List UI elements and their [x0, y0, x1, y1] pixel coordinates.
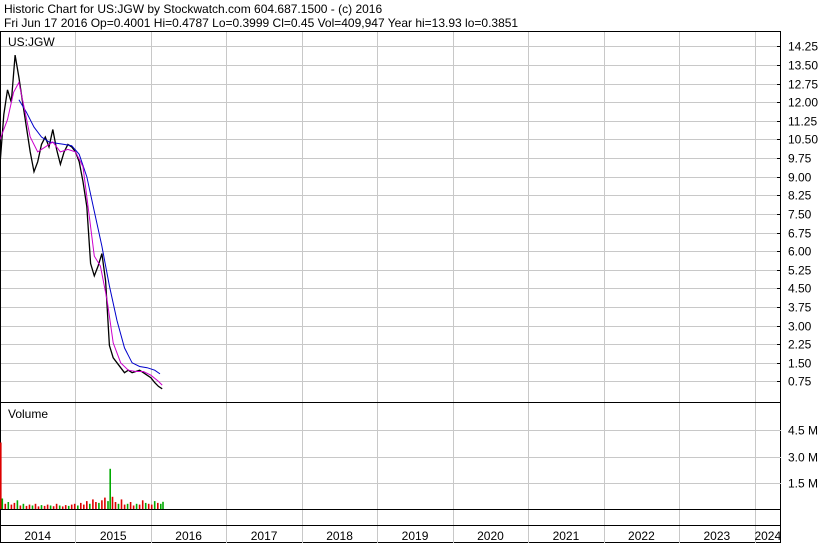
volume-bar	[147, 503, 150, 510]
symbol-label: US:JGW	[8, 35, 55, 49]
chart-title: Historic Chart for US:JGW by Stockwatch.…	[4, 2, 383, 16]
volume-bar	[150, 504, 153, 509]
price-tick-label: 12.00	[788, 96, 818, 110]
x-tick-label: 2023	[704, 529, 731, 543]
volume-bar	[98, 502, 100, 509]
volume-bar	[49, 505, 52, 509]
volume-bar	[92, 499, 94, 509]
price-tick-label: 2.25	[788, 338, 812, 352]
price-tick-label: 1.50	[788, 357, 812, 371]
volume-bar	[37, 506, 40, 509]
volume-bar	[129, 502, 132, 509]
volume-bar	[157, 502, 159, 509]
volume-bar	[123, 504, 126, 509]
volume-bar	[86, 501, 88, 509]
volume-bar	[120, 499, 123, 509]
plot-frame	[0, 31, 781, 543]
price-tick-label: 10.50	[788, 133, 818, 147]
volume-bar	[111, 496, 114, 510]
volume-bar	[64, 505, 67, 509]
volume-bar	[52, 506, 55, 509]
volume-bar	[22, 503, 25, 510]
stock-chart: 14.25 13.50 12.75 12.00 11.25 10.50 9.75 9.00 8.…	[0, 31, 818, 543]
volume-bar	[55, 503, 58, 510]
volume-bar	[46, 504, 49, 509]
volume-bar	[141, 500, 144, 510]
price-tick-label: 3.00	[788, 320, 812, 334]
volume-bar	[4, 503, 7, 510]
volume-bar	[153, 501, 156, 509]
volume-bar	[0, 442, 2, 509]
volume-bar	[160, 503, 162, 510]
volume-bar	[34, 503, 37, 510]
volume-bar	[73, 503, 76, 510]
price-tick-label: 0.75	[788, 375, 812, 389]
volume-bar	[31, 505, 34, 509]
volume-bar	[107, 501, 109, 509]
price-tick-label: 12.75	[788, 78, 818, 92]
volume-bar	[10, 504, 13, 509]
price-tick-label: 6.75	[788, 227, 812, 241]
x-tick-label: 2021	[553, 529, 580, 543]
volume-bar	[135, 503, 138, 510]
x-tick-label: 2018	[326, 529, 353, 543]
x-tick-label: 2019	[402, 529, 429, 543]
volume-bar	[1, 498, 4, 509]
volume-bar	[70, 504, 73, 509]
volume-bar	[132, 505, 135, 509]
price-tick-label: 4.50	[788, 282, 812, 296]
volume-bar	[7, 502, 10, 509]
price-axis: 14.25 13.50 12.75 12.00 11.25 10.50 9.75 9.00 8.…	[777, 40, 818, 389]
volume-bar	[43, 505, 46, 509]
volume-tick-label: 4.5 M	[788, 424, 818, 438]
price-tick-label: 11.25	[788, 115, 817, 129]
volume-bar	[61, 506, 64, 509]
volume-bar	[109, 468, 111, 510]
price-tick-label: 9.00	[788, 171, 812, 185]
volume-bar	[77, 505, 79, 509]
volume-tick-label: 3.0 M	[788, 451, 818, 465]
volume-bar	[58, 505, 61, 509]
volume-tick-label: 1.5 M	[788, 477, 818, 491]
volume-label: Volume	[8, 407, 48, 421]
volume-bar	[104, 497, 106, 509]
x-tick-label: 2024	[754, 529, 781, 543]
x-tick-label: 2020	[477, 529, 504, 543]
volume-bar	[162, 501, 164, 509]
x-tick-label: 2022	[628, 529, 655, 543]
x-tick-label: 2017	[251, 529, 278, 543]
price-tick-label: 6.00	[788, 245, 812, 259]
volume-axis: 4.5 M 3.0 M 1.5 M	[788, 424, 818, 491]
quote-line: Fri Jun 17 2016 Op=0.4001 Hi=0.4787 Lo=0…	[4, 16, 519, 30]
x-tick-label: 2014	[24, 529, 51, 543]
volume-bar	[89, 503, 91, 510]
price-tick-label: 7.50	[788, 208, 812, 222]
volume-bar	[16, 500, 19, 510]
x-tick-label: 2016	[175, 529, 202, 543]
volume-bar	[28, 504, 31, 509]
price-tick-label: 14.25	[788, 40, 818, 54]
x-tick-label: 2015	[100, 529, 127, 543]
volume-bar	[19, 505, 22, 509]
volume-bar	[13, 502, 16, 509]
price-tick-label: 9.75	[788, 152, 812, 166]
price-tick-label: 8.25	[788, 189, 812, 203]
volume-bar	[40, 505, 43, 509]
volume-bar	[126, 503, 129, 510]
volume-bar	[67, 505, 70, 509]
volume-bar	[144, 502, 147, 509]
price-tick-label: 13.50	[788, 59, 818, 73]
price-tick-label: 5.25	[788, 264, 812, 278]
volume-bar	[80, 502, 82, 509]
volume-bar	[138, 504, 141, 509]
volume-bar	[101, 500, 103, 510]
volume-bar	[117, 503, 120, 510]
volume-bar	[114, 502, 117, 509]
volume-bar	[25, 505, 28, 509]
volume-bar	[95, 502, 97, 509]
price-tick-label: 3.75	[788, 301, 812, 315]
volume-bar	[83, 504, 85, 509]
